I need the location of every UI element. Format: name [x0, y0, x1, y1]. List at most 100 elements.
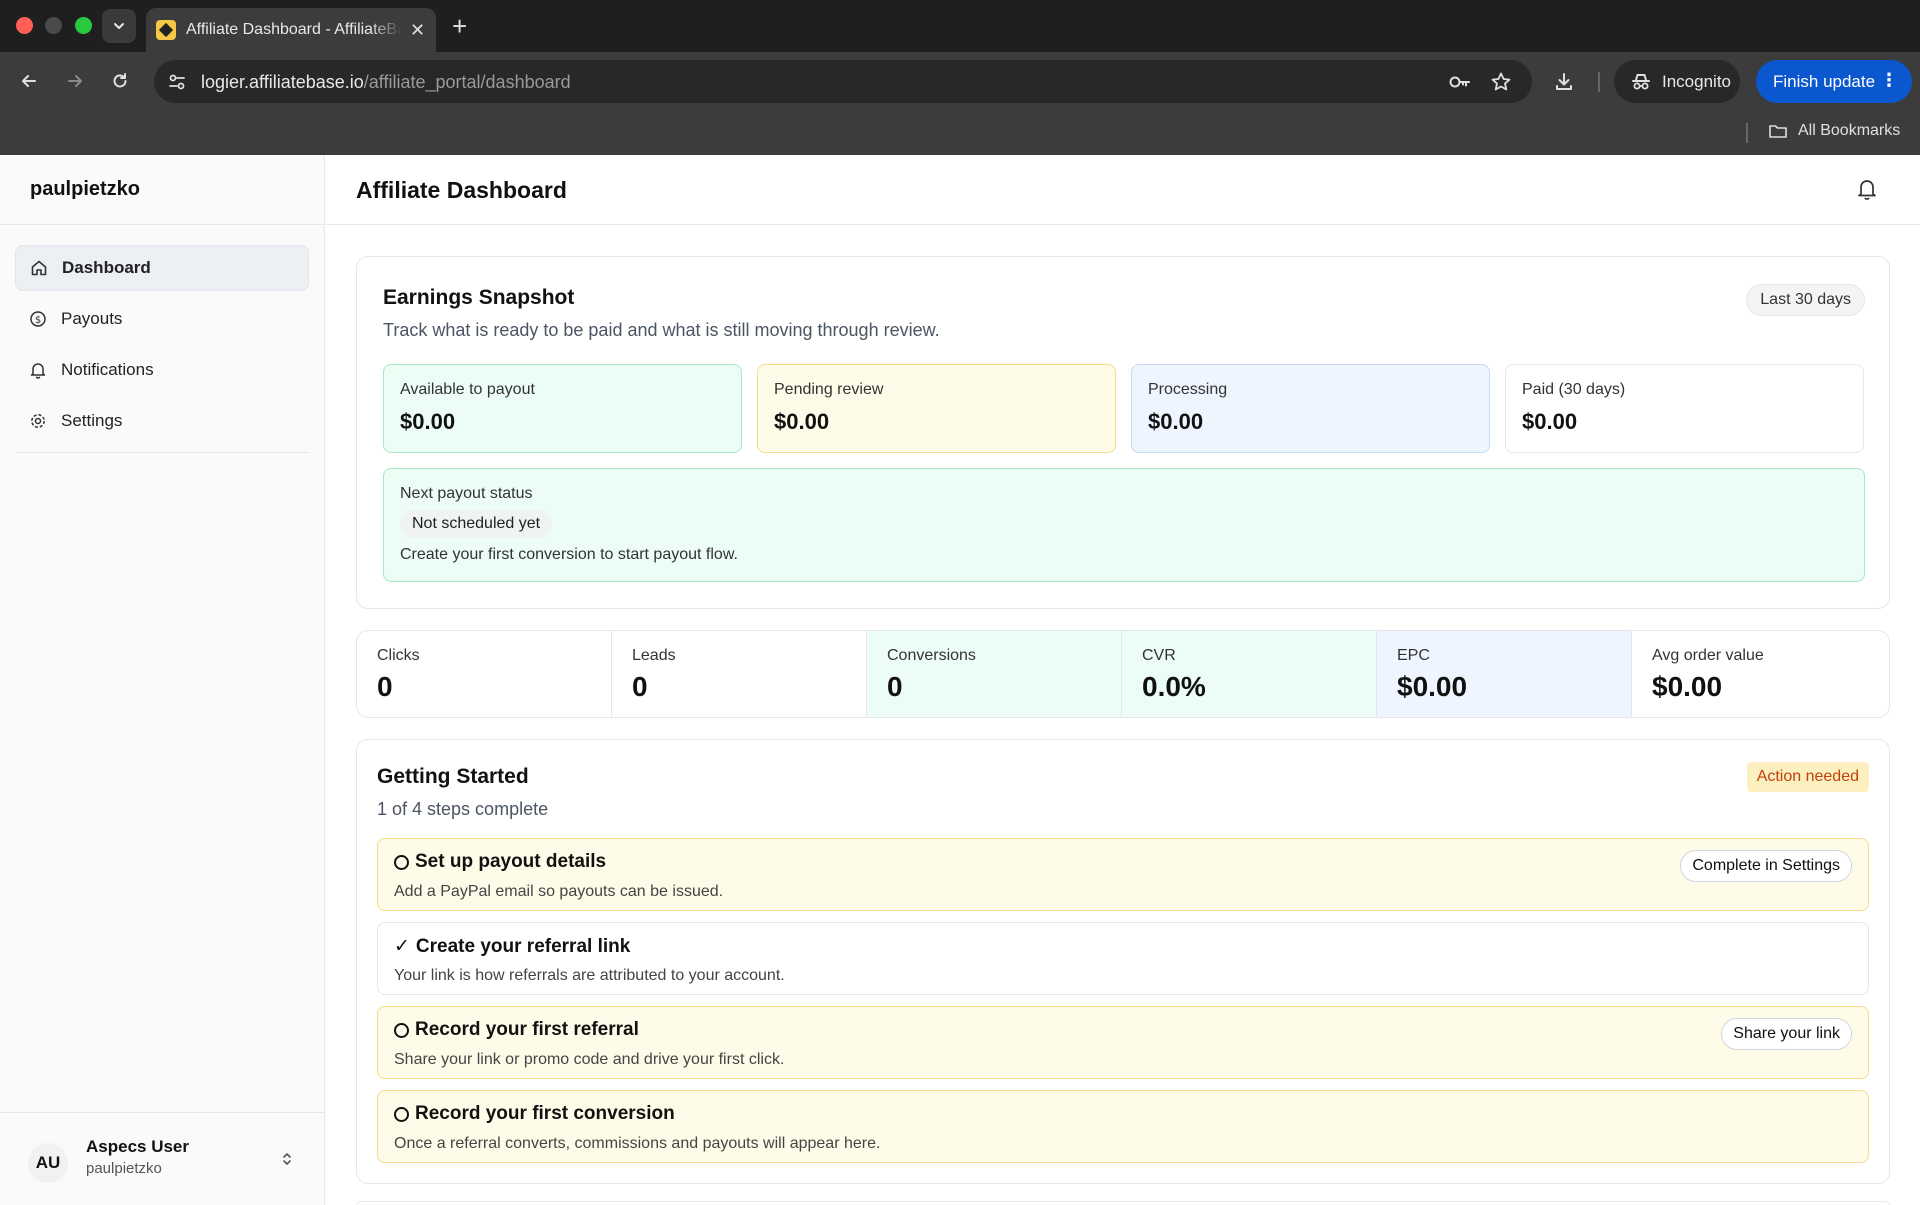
- action-needed-badge: Action needed: [1746, 762, 1869, 792]
- maximize-window-button[interactable]: [75, 17, 92, 34]
- stat-value: 0: [377, 671, 393, 702]
- complete-in-settings-button[interactable]: Complete in Settings: [1680, 850, 1852, 882]
- sidebar-item-settings[interactable]: Settings: [15, 398, 309, 444]
- next-payout-status-badge: Not scheduled yet: [400, 510, 553, 538]
- stat-leads: Leads 0: [612, 631, 867, 717]
- getting-started-title: Getting Started: [377, 765, 529, 788]
- stat-conversions: Conversions 0: [867, 631, 1122, 717]
- getting-started-progress: 1 of 4 steps complete: [377, 799, 549, 819]
- sidebar-item-payouts[interactable]: $ Payouts: [15, 296, 309, 342]
- site-settings-icon[interactable]: [166, 71, 188, 93]
- incognito-indicator[interactable]: Incognito: [1614, 60, 1740, 103]
- sidebar-item-notifications[interactable]: Notifications: [15, 347, 309, 393]
- earnings-snapshot-title: Earnings Snapshot: [383, 286, 575, 309]
- earnings-snapshot-subtitle: Track what is ready to be paid and what …: [383, 320, 940, 340]
- sidebar-item-label: Notifications: [61, 360, 154, 379]
- address-bar[interactable]: logier.affiliatebase.io/affiliate_portal…: [154, 60, 1532, 103]
- step-first-referral: Record your first referral Share your li…: [377, 1006, 1869, 1079]
- bookmark-star-icon[interactable]: [1490, 71, 1512, 93]
- step-title: Set up payout details: [394, 851, 606, 873]
- stat-cvr: CVR 0.0%: [1122, 631, 1377, 717]
- toolbar-separator: [1598, 72, 1600, 92]
- bell-icon: [30, 363, 46, 379]
- bookmarks-separator: [1746, 123, 1748, 143]
- download-icon[interactable]: [1553, 71, 1575, 93]
- tab-search-button[interactable]: [102, 9, 136, 43]
- date-range-badge[interactable]: Last 30 days: [1746, 284, 1865, 316]
- getting-started-card: Getting Started 1 of 4 steps complete Ac…: [356, 739, 1890, 1184]
- new-tab-button[interactable]: +: [452, 10, 467, 42]
- browser-tab-bar: Affiliate Dashboard - AffiliateBase ✕ +: [0, 0, 1920, 52]
- tile-label: Available to payout: [400, 381, 535, 398]
- stat-value: $0.00: [1397, 671, 1468, 702]
- tile-label: Processing: [1148, 381, 1228, 398]
- tile-value: $0.00: [774, 409, 830, 434]
- stat-label: CVR: [1142, 647, 1176, 664]
- reload-button[interactable]: [105, 66, 135, 96]
- step-description: Share your link or promo code and drive …: [394, 1051, 785, 1068]
- step-title: Record your first conversion: [394, 1103, 675, 1125]
- finish-update-label: Finish update: [1773, 71, 1876, 91]
- tile-value: $0.00: [400, 409, 456, 434]
- step-setup-payout: Set up payout details Add a PayPal email…: [377, 838, 1869, 911]
- step-title-text: Create your referral link: [415, 935, 631, 957]
- tile-processing: Processing $0.00: [1131, 364, 1490, 453]
- gear-icon: [31, 414, 45, 428]
- sidebar-item-dashboard[interactable]: Dashboard: [15, 245, 309, 291]
- avatar: AU: [28, 1143, 68, 1183]
- stat-epc: EPC $0.00: [1377, 631, 1632, 717]
- tile-label: Pending review: [774, 381, 884, 398]
- circle-empty-icon: [394, 854, 409, 870]
- stat-label: Avg order value: [1652, 647, 1764, 664]
- next-payout-label: Next payout status: [400, 485, 533, 502]
- stat-value: 0: [632, 671, 648, 702]
- step-first-conversion: Record your first conversion Once a refe…: [377, 1090, 1869, 1163]
- next-section-card-edge: [356, 1201, 1890, 1205]
- step-title: ✓ Create your referral link: [394, 935, 630, 958]
- tab-close-icon[interactable]: ✕: [410, 20, 425, 41]
- arrow-right-icon: [68, 75, 82, 87]
- metrics-strip: Clicks 0 Leads 0 Conversions 0 CVR 0.0% …: [356, 630, 1890, 718]
- dollar-circle-icon: $: [30, 311, 46, 327]
- user-menu[interactable]: AU Aspecs User paulpietzko: [0, 1112, 325, 1205]
- step-create-referral-link: ✓ Create your referral link Your link is…: [377, 922, 1869, 995]
- finish-update-button[interactable]: Finish update ⋮: [1756, 60, 1912, 103]
- site-favicon-icon: [156, 20, 176, 40]
- sidebar-item-label: Payouts: [61, 309, 123, 328]
- forward-button[interactable]: [60, 66, 90, 96]
- notifications-bell-icon[interactable]: [1856, 177, 1878, 201]
- stat-label: Clicks: [377, 647, 420, 664]
- incognito-label: Incognito: [1662, 71, 1731, 91]
- next-payout-description: Create your first conversion to start pa…: [400, 546, 738, 563]
- stat-label: Leads: [632, 647, 676, 664]
- close-window-button[interactable]: [16, 17, 33, 34]
- tile-paid-30-days: Paid (30 days) $0.00: [1505, 364, 1864, 453]
- browser-tab-active[interactable]: Affiliate Dashboard - AffiliateBase ✕: [146, 8, 436, 52]
- sidebar-item-label: Dashboard: [62, 258, 151, 277]
- home-icon: [31, 260, 47, 276]
- step-title-text: Record your first conversion: [415, 1103, 675, 1124]
- step-title: Record your first referral: [394, 1019, 639, 1041]
- tile-label: Paid (30 days): [1522, 381, 1626, 398]
- sidebar-nav: Dashboard $ Payouts Notifications Settin…: [0, 225, 324, 444]
- all-bookmarks-label: All Bookmarks: [1798, 122, 1901, 139]
- stat-label: Conversions: [887, 647, 976, 664]
- sidebar-item-label: Settings: [61, 411, 123, 430]
- stat-label: EPC: [1397, 647, 1430, 664]
- url-path: /affiliate_portal/dashboard: [363, 72, 571, 92]
- step-title-text: Record your first referral: [415, 1019, 639, 1040]
- back-button[interactable]: [14, 66, 44, 96]
- stat-value: 0.0%: [1142, 671, 1206, 702]
- chevron-up-down-icon: [283, 1153, 291, 1165]
- sidebar-brand: paulpietzko: [0, 155, 324, 225]
- incognito-icon: [1632, 73, 1650, 89]
- tab-title: Affiliate Dashboard - AffiliateBase: [186, 21, 402, 38]
- share-your-link-button[interactable]: Share your link: [1721, 1018, 1852, 1050]
- password-key-icon[interactable]: [1448, 71, 1472, 93]
- page-title: Affiliate Dashboard: [356, 177, 567, 203]
- url-host: logier.affiliatebase.io: [201, 72, 364, 92]
- all-bookmarks-button[interactable]: All Bookmarks: [1768, 122, 1900, 140]
- step-description: Once a referral converts, commissions an…: [394, 1135, 881, 1152]
- svg-text:$: $: [35, 315, 41, 326]
- minimize-window-button[interactable]: [45, 17, 62, 34]
